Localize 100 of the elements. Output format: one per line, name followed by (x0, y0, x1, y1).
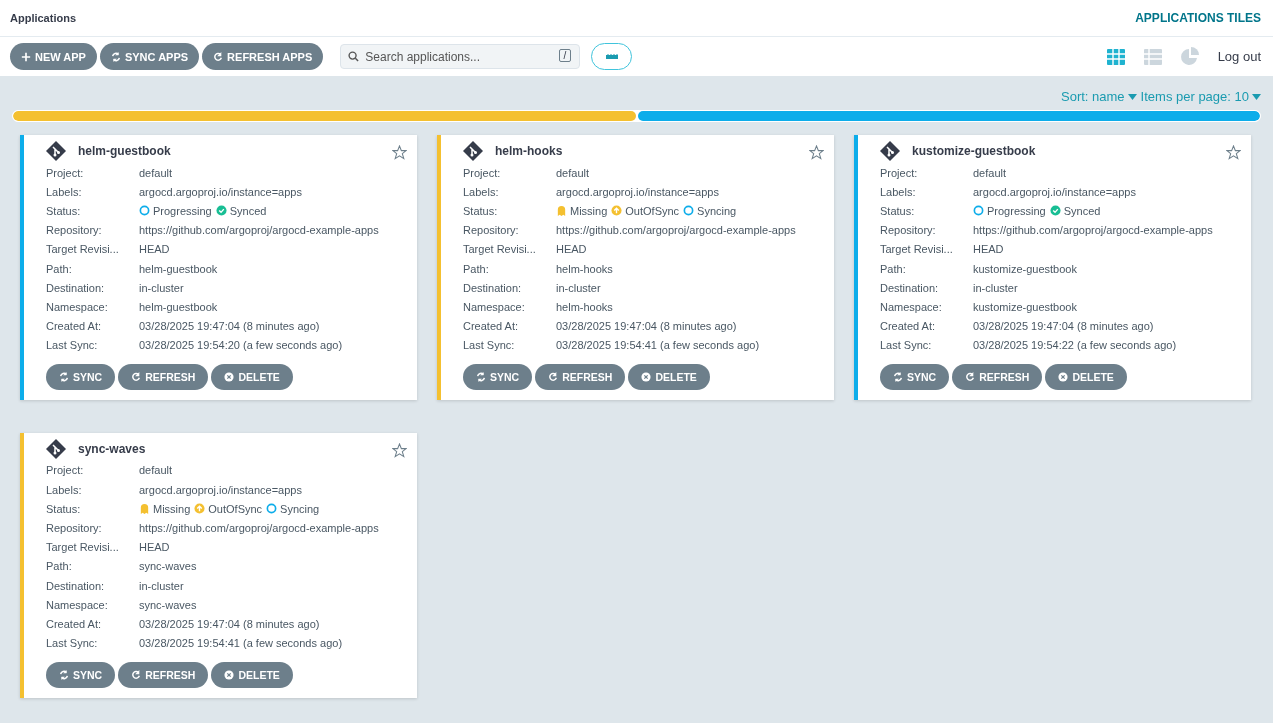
field-label: Project: (46, 166, 85, 179)
circle-icon (266, 503, 278, 515)
app-name[interactable]: kustomize-guestbook (912, 144, 1036, 158)
view-title: APPLICATIONS TILES (1135, 11, 1261, 25)
page-title: Applications (10, 12, 76, 24)
field-value: default (139, 464, 174, 477)
field-value: 03/28/2025 19:54:22 (a few seconds ago) (973, 339, 1178, 352)
delete-icon (224, 371, 235, 382)
star-icon[interactable] (392, 145, 407, 160)
star-icon[interactable] (1226, 145, 1241, 160)
status-text: Progressing (987, 204, 1046, 217)
action-button[interactable]: DELETE (628, 363, 710, 390)
field-value: https://github.com/argoproj/argocd-example-apps (556, 224, 797, 237)
field-label: Target Revisi... (46, 243, 120, 256)
field-value: https://github.com/argoproj/argocd-example-apps (973, 224, 1214, 237)
field-label: Labels: (463, 185, 500, 198)
sync-icon (110, 51, 121, 62)
caret-icon (1127, 93, 1137, 100)
field-value: helm-hooks (556, 262, 614, 275)
search-icon (348, 51, 360, 62)
field-value: 03/28/2025 19:54:20 (a few seconds ago) (139, 339, 344, 352)
status-text: OutOfSync (208, 502, 263, 515)
logout-link[interactable]: Log out (1217, 49, 1261, 64)
field-label: Labels: (880, 185, 917, 198)
app-name[interactable]: helm-hooks (495, 144, 563, 158)
git-icon (463, 141, 483, 161)
ruler-button[interactable] (591, 43, 633, 70)
field-label: Path: (463, 262, 490, 275)
field-label: Repository: (46, 224, 103, 237)
field-value: HEAD (139, 243, 171, 256)
circle-icon (683, 205, 695, 217)
field-value: 03/28/2025 19:47:04 (8 minutes ago) (556, 320, 738, 333)
action-button[interactable]: REFRESH (118, 661, 209, 688)
caret-icon (1252, 93, 1261, 100)
app-card[interactable] (854, 135, 1251, 400)
field-value: 03/28/2025 19:54:41 (a few seconds ago) (556, 339, 761, 352)
status-text: Syncing (697, 204, 737, 217)
field-label: Namespace: (463, 300, 526, 313)
app-card[interactable] (20, 135, 417, 400)
action-button[interactable]: REFRESH (535, 363, 626, 390)
circle-icon (139, 205, 150, 217)
app-card[interactable] (20, 432, 417, 698)
action-button[interactable]: SYNC (880, 363, 950, 390)
toolbar-button[interactable]: SYNC APPS (99, 43, 200, 70)
field-value: in-cluster (139, 281, 185, 294)
field-value: kustomize-guestbook (973, 300, 1078, 313)
field-value: argocd.argoproj.io/instance=apps (556, 185, 720, 198)
field-value: in-cluster (973, 281, 1019, 294)
app-name[interactable]: sync-waves (78, 441, 146, 456)
field-label: Created At: (46, 320, 103, 333)
field-label: Path: (46, 262, 73, 275)
sort-dropdown[interactable]: Sort: name (1061, 89, 1137, 104)
field-value: default (556, 166, 591, 179)
action-button[interactable]: SYNC (46, 661, 116, 688)
field-value: 03/28/2025 19:47:04 (8 minutes ago) (973, 320, 1155, 333)
field-label: Repository: (463, 224, 520, 237)
field-label: Last Sync: (880, 339, 933, 352)
status-text: Syncing (280, 502, 320, 515)
status-text: Missing (570, 204, 608, 217)
action-button[interactable]: REFRESH (952, 363, 1043, 390)
field-label: Destination: (46, 579, 106, 592)
action-button[interactable]: REFRESH (118, 363, 209, 390)
action-button[interactable]: DELETE (211, 363, 293, 390)
field-label: Status: (46, 204, 82, 217)
field-label: Status: (880, 204, 916, 217)
tiles-view-icon[interactable] (1105, 46, 1126, 67)
items-per-page-dropdown[interactable]: Items per page: 10 (1140, 89, 1261, 104)
star-icon[interactable] (809, 145, 824, 160)
action-button[interactable]: DELETE (1045, 363, 1127, 390)
field-label: Last Sync: (463, 339, 516, 352)
plus-icon (21, 51, 31, 62)
toolbar-button[interactable]: NEW APP (10, 43, 97, 70)
field-value: in-cluster (139, 579, 185, 592)
app-name[interactable]: helm-guestbook (78, 144, 171, 158)
circle-icon (973, 205, 984, 217)
shortcut-key: / (558, 49, 572, 62)
field-value: https://github.com/argoproj/argocd-example-apps (139, 522, 380, 535)
status-text: OutOfSync (625, 204, 680, 217)
git-icon (46, 141, 66, 161)
action-button[interactable]: SYNC (463, 363, 533, 390)
ruler-icon (605, 54, 618, 59)
refresh-icon (131, 669, 142, 680)
status-text: Missing (153, 502, 191, 515)
field-value: helm-guestbook (139, 300, 219, 313)
ghost-icon (139, 503, 150, 515)
action-button[interactable]: SYNC (46, 363, 116, 390)
check-circle-icon (1049, 205, 1061, 217)
field-label: Status: (46, 502, 82, 515)
action-button[interactable]: DELETE (211, 661, 293, 688)
field-value: argocd.argoproj.io/instance=apps (139, 185, 303, 198)
field-label: Target Revisi... (880, 243, 954, 256)
app-card[interactable] (437, 135, 834, 400)
toolbar-button[interactable]: REFRESH APPS (202, 43, 324, 70)
refresh-icon (213, 51, 224, 62)
field-value: default (973, 166, 1008, 179)
status-text: Synced (1063, 204, 1101, 217)
field-value: sync-waves (139, 598, 198, 611)
star-icon[interactable] (392, 442, 407, 458)
field-label: Labels: (46, 185, 83, 198)
sync-icon (59, 669, 69, 680)
